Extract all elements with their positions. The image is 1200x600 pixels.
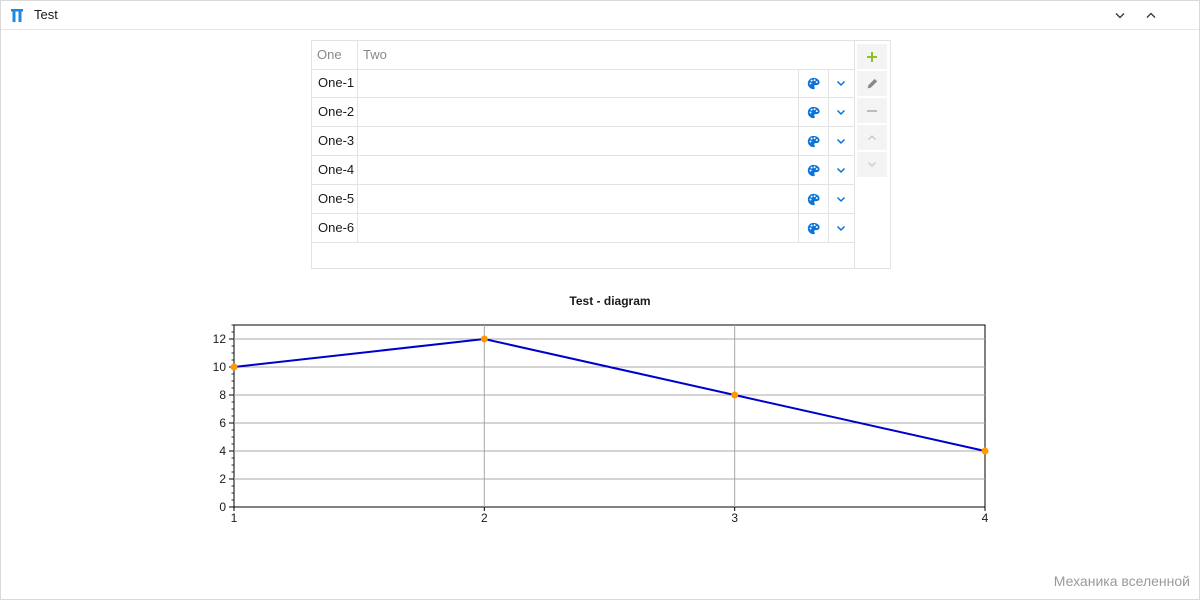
- maximize-icon: [1146, 12, 1156, 18]
- watermark-text: Механика вселенной: [1053, 573, 1190, 589]
- x-tick-label: 3: [731, 511, 738, 525]
- chevron-down-icon: [836, 167, 846, 173]
- palette-icon: [807, 135, 820, 147]
- window-title: Test: [34, 7, 58, 22]
- cell-two[interactable]: [358, 214, 798, 242]
- y-tick-label: 8: [219, 388, 226, 402]
- x-tick-label: 1: [231, 511, 238, 525]
- palette-icon: [807, 164, 820, 176]
- cell-two[interactable]: [358, 156, 798, 184]
- minimize-icon: [1115, 12, 1125, 18]
- data-point: [981, 447, 989, 455]
- color-picker-button[interactable]: [798, 127, 829, 155]
- chart-area: Test - diagram 0 2 4 6 8 10 12 1 2 3 4: [1, 286, 1199, 526]
- color-picker-button[interactable]: [798, 214, 829, 242]
- table-row[interactable]: One-4: [312, 156, 854, 185]
- chevron-down-icon: [836, 138, 846, 144]
- data-point: [731, 391, 739, 399]
- remove-button[interactable]: [857, 98, 887, 123]
- y-tick-label: 10: [213, 360, 227, 374]
- palette-icon: [807, 222, 820, 234]
- y-tick-label: 0: [219, 500, 226, 514]
- color-picker-button[interactable]: [798, 156, 829, 184]
- pencil-icon: [867, 78, 878, 89]
- move-down-button[interactable]: [857, 152, 887, 177]
- row-dropdown-button[interactable]: [827, 185, 855, 213]
- cell-two[interactable]: [358, 185, 798, 213]
- row-dropdown-button[interactable]: [827, 69, 855, 97]
- color-picker-button[interactable]: [798, 69, 829, 97]
- chevron-up-icon: [868, 135, 876, 140]
- chevron-down-icon: [836, 80, 846, 86]
- edit-button[interactable]: [857, 71, 887, 96]
- table-row[interactable]: One-5: [312, 185, 854, 214]
- palette-icon: [807, 77, 820, 89]
- column-header-one[interactable]: One: [312, 41, 358, 69]
- new-row-placeholder[interactable]: [312, 244, 854, 268]
- data-point: [230, 363, 238, 371]
- row-dropdown-button[interactable]: [827, 156, 855, 184]
- cell-one[interactable]: One-4: [312, 156, 358, 184]
- chevron-down-icon: [836, 109, 846, 115]
- add-button[interactable]: [857, 44, 887, 69]
- minus-icon: [867, 109, 877, 112]
- palette-icon: [807, 106, 820, 118]
- chevron-down-icon: [868, 162, 876, 167]
- app-icon: [11, 9, 23, 22]
- y-tick-label: 4: [219, 444, 226, 458]
- plus-icon: [867, 51, 877, 62]
- move-up-button[interactable]: [857, 125, 887, 150]
- grid-toolbar: [855, 40, 891, 269]
- cell-one[interactable]: One-1: [312, 69, 358, 97]
- chevron-down-icon: [836, 225, 846, 231]
- data-point: [480, 335, 488, 343]
- cell-one[interactable]: One-2: [312, 98, 358, 126]
- table-row[interactable]: One-1: [312, 69, 854, 98]
- grid-header: One Two: [312, 41, 854, 70]
- table-row[interactable]: One-6: [312, 214, 854, 243]
- row-dropdown-button[interactable]: [827, 127, 855, 155]
- cell-one[interactable]: One-6: [312, 214, 358, 242]
- color-picker-button[interactable]: [798, 98, 829, 126]
- column-header-two[interactable]: Two: [358, 41, 854, 69]
- cell-two[interactable]: [358, 98, 798, 126]
- table-row[interactable]: One-2: [312, 98, 854, 127]
- app-window: Test One Two One-1 One-2 One-3 One-4 One…: [0, 0, 1200, 600]
- cell-two[interactable]: [358, 69, 798, 97]
- y-tick-label: 6: [219, 416, 226, 430]
- cell-two[interactable]: [358, 127, 798, 155]
- plot-frame: [233, 324, 986, 508]
- palette-icon: [807, 193, 820, 205]
- x-tick-label: 2: [481, 511, 488, 525]
- y-tick-label: 12: [213, 332, 227, 346]
- data-grid: One Two One-1 One-2 One-3 One-4 One-5 On…: [311, 40, 855, 269]
- x-tick-label: 4: [982, 511, 989, 525]
- title-bar: Test: [1, 1, 1199, 30]
- color-picker-button[interactable]: [798, 185, 829, 213]
- cell-one[interactable]: One-3: [312, 127, 358, 155]
- line-chart: 0246810121 2 3 4: [213, 324, 989, 525]
- maximize-button[interactable]: [1136, 1, 1166, 29]
- row-dropdown-button[interactable]: [827, 214, 855, 242]
- table-row[interactable]: One-3: [312, 127, 854, 156]
- y-tick-label: 2: [219, 472, 226, 486]
- row-dropdown-button[interactable]: [827, 98, 855, 126]
- cell-one[interactable]: One-5: [312, 185, 358, 213]
- minimize-button[interactable]: [1105, 1, 1135, 29]
- chevron-down-icon: [836, 196, 846, 202]
